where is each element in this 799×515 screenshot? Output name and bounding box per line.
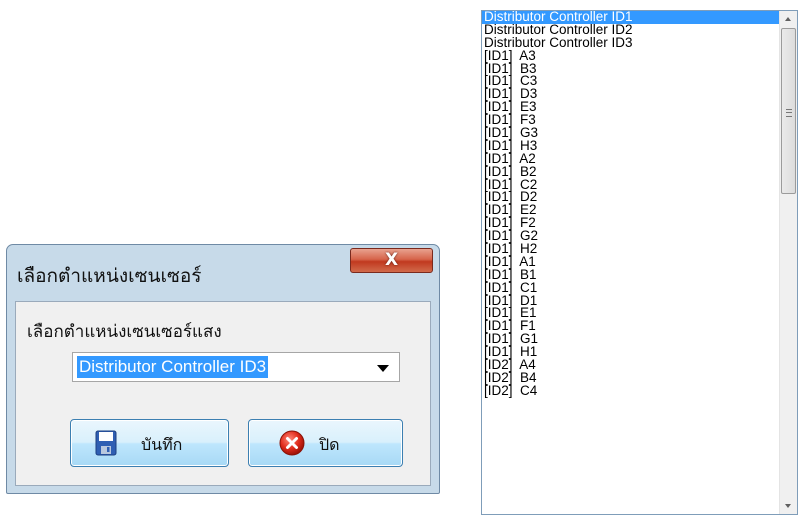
window-close-button[interactable]: X [350,248,433,273]
combobox-value: Distributor Controller ID3 [77,356,269,378]
vertical-scrollbar[interactable] [779,11,797,514]
floppy-disk-icon [95,430,117,456]
close-x-icon: X [384,250,399,270]
select-sensor-dialog: เลือกตำแหน่งเซนเซอร์ X เลือกตำแหน่งเซนเซ… [6,244,440,494]
title-bar[interactable]: เลือกตำแหน่งเซนเซอร์ X [7,245,439,299]
sensor-position-label: เลือกตำแหน่งเซนเซอร์แสง [27,322,222,342]
chevron-down-icon[interactable] [377,365,389,372]
close-button-label: ปิด [319,435,340,454]
sensor-position-combobox[interactable]: Distributor Controller ID3 [72,352,400,382]
sensor-dropdown-list[interactable]: Distributor Controller ID1 Distributor Co… [481,10,798,515]
dropdown-items: Distributor Controller ID1 Distributor Co… [482,11,780,398]
list-item[interactable]: [ID2] C4 [482,384,780,398]
scroll-up-arrow-icon[interactable] [785,17,791,21]
scrollbar-thumb[interactable] [781,28,796,194]
save-button[interactable]: บันทึก [70,419,229,467]
save-button-label: บันทึก [141,435,183,454]
close-button[interactable]: ปิด [248,419,403,467]
grip-icon [786,109,792,117]
red-x-circle-icon [279,430,305,456]
scroll-down-arrow-icon[interactable] [785,504,791,508]
dialog-body: เลือกตำแหน่งเซนเซอร์แสง Distributor Cont… [15,301,431,486]
dialog-title: เลือกตำแหน่งเซนเซอร์ [17,265,202,287]
